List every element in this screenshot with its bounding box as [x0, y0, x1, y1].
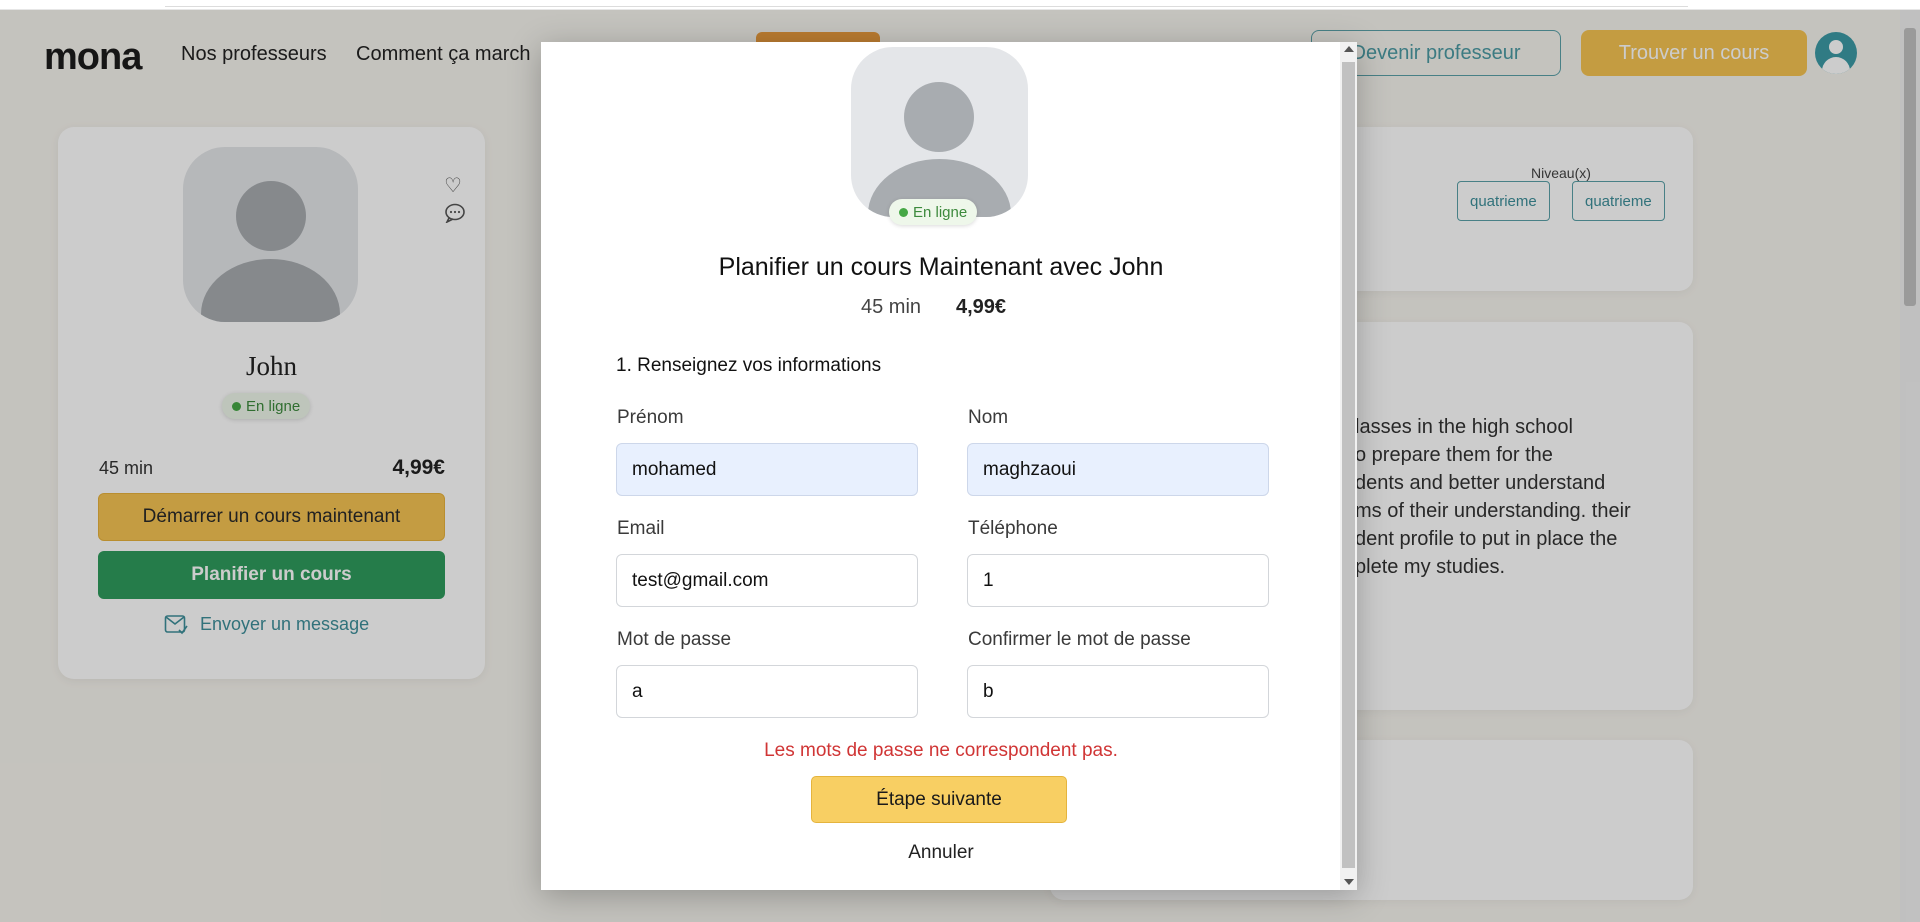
modal-teacher-avatar	[851, 47, 1028, 217]
modal-title: Planifier un cours Maintenant avec John	[718, 253, 1164, 281]
cancel-button[interactable]: Annuler	[541, 842, 1341, 864]
next-step-button[interactable]: Étape suivante	[811, 776, 1067, 823]
email-label: Email	[617, 518, 665, 539]
modal-price: 4,99€	[956, 296, 1007, 318]
modal-scrollbar[interactable]	[1340, 42, 1357, 890]
modal-online-badge: En ligne	[889, 199, 978, 225]
telephone-input[interactable]	[967, 554, 1269, 607]
browser-address-strip	[165, 0, 1688, 7]
browser-top-strip	[0, 0, 1920, 10]
confirm-password-input[interactable]	[967, 665, 1269, 718]
prenom-input[interactable]	[616, 443, 918, 496]
online-dot-icon	[899, 208, 908, 217]
schedule-course-modal: En ligne Planifier un cours Maintenant a…	[541, 42, 1357, 890]
scroll-down-arrow-icon[interactable]	[1344, 879, 1354, 885]
password-label: Mot de passe	[617, 629, 732, 650]
password-input[interactable]	[616, 665, 918, 718]
modal-scrollbar-thumb[interactable]	[1342, 62, 1355, 868]
nom-label: Nom	[968, 407, 1009, 428]
modal-online-label: En ligne	[913, 203, 968, 221]
modal-step-heading: 1. Renseignez vos informations	[616, 355, 882, 376]
prenom-label: Prénom	[617, 407, 684, 428]
telephone-label: Téléphone	[968, 518, 1058, 539]
confirm-password-label: Confirmer le mot de passe	[968, 629, 1191, 650]
nom-input[interactable]	[967, 443, 1269, 496]
scroll-up-arrow-icon[interactable]	[1344, 46, 1354, 52]
modal-duration: 45 min	[861, 296, 922, 318]
password-mismatch-error: Les mots de passe ne correspondent pas.	[764, 740, 1118, 761]
email-input[interactable]	[616, 554, 918, 607]
